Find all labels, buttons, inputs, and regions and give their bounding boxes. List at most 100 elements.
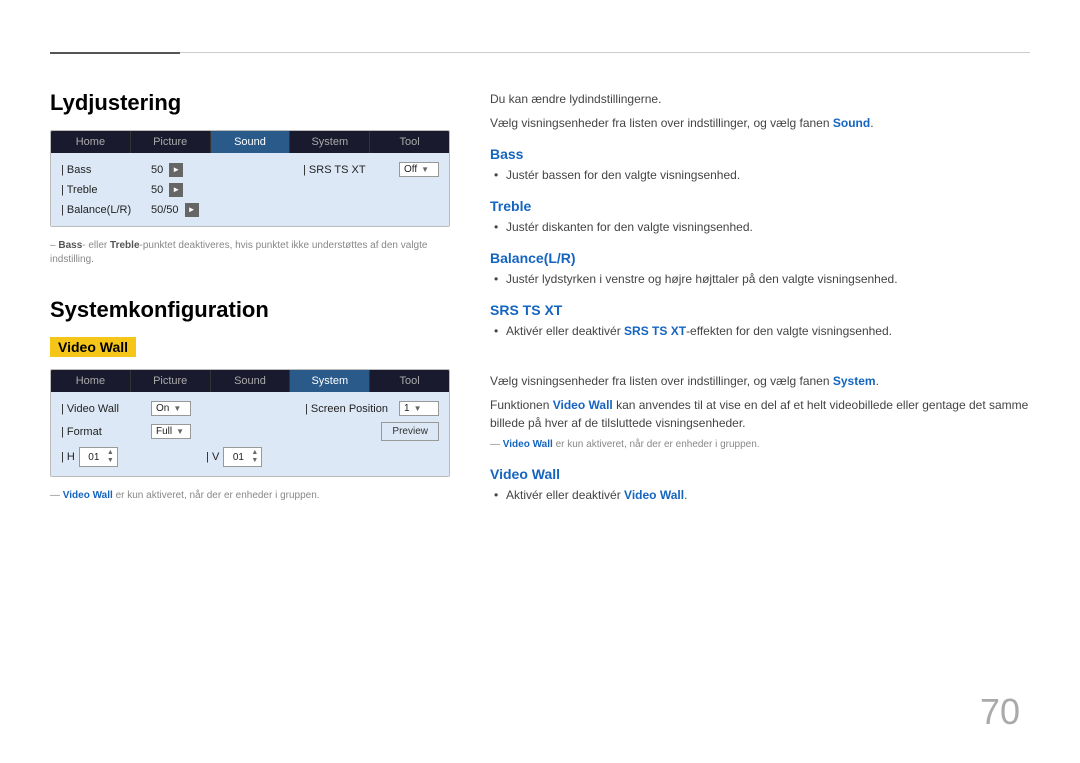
- accent-rule: [50, 52, 180, 54]
- panel-row-treble: | Treble 50 ►: [61, 180, 439, 200]
- page-number: 70: [980, 691, 1020, 733]
- v-spin-down[interactable]: ▼: [251, 457, 258, 465]
- screenpos-dropdown[interactable]: 1 ▼: [399, 401, 439, 416]
- format-dd-arrow: ▼: [176, 427, 184, 436]
- preview-button[interactable]: Preview: [381, 422, 439, 441]
- sys-system-link: System: [833, 374, 876, 388]
- nav-tab-tool[interactable]: Tool: [370, 131, 449, 153]
- v-spin-up[interactable]: ▲: [251, 449, 258, 457]
- sys-intro2: Funktionen Video Wall kan anvendes til a…: [490, 396, 1030, 432]
- srs-label: | SRS TS XT: [303, 164, 393, 176]
- system-note: ― Video Wall er kun aktiveret, når der e…: [50, 489, 450, 503]
- h-spin-down[interactable]: ▼: [107, 457, 114, 465]
- system-panel: Home Picture Sound System Tool | Video W…: [50, 369, 450, 477]
- nav-tab-picture[interactable]: Picture: [131, 131, 211, 153]
- treble-value: 50: [151, 184, 163, 196]
- srs-dropdown-arrow: ▼: [421, 165, 429, 174]
- panel-row-videowall: | Video Wall On ▼ | Screen Position 1 ▼: [61, 398, 439, 419]
- srs-value: Off: [404, 164, 417, 175]
- sound-note: – Bass- eller Treble-punktet deaktiveres…: [50, 239, 450, 267]
- panel-row-balance: | Balance(L/R) 50/50 ►: [61, 200, 439, 220]
- balance-label: | Balance(L/R): [61, 204, 151, 216]
- bass-value: 50: [151, 164, 163, 176]
- sound-descriptions: Du kan ændre lydindstillingerne. Vælg vi…: [490, 90, 1030, 340]
- panel-row-bass-srs: | Bass 50 ► | SRS TS XT Off ▼: [61, 159, 439, 180]
- treble-arrow[interactable]: ►: [169, 183, 183, 197]
- note-vw-bold: Video Wall: [63, 490, 113, 501]
- video-wall-badge: Video Wall: [50, 337, 136, 357]
- section1-title: Lydjustering: [50, 90, 450, 116]
- sys-note-right: ― Video Wall er kun aktiveret, når der e…: [490, 438, 1030, 452]
- v-spin-arrows[interactable]: ▲ ▼: [251, 449, 258, 465]
- sys-nav-sound[interactable]: Sound: [211, 370, 291, 392]
- intro-text2: Vælg visningsenheder fra listen over ind…: [490, 114, 1030, 132]
- treble-heading: Treble: [490, 198, 1030, 214]
- vw-deactivate-link: Video Wall: [624, 488, 684, 502]
- screenpos-dd-arrow: ▼: [414, 404, 422, 413]
- system-panel-body: | Video Wall On ▼ | Screen Position 1 ▼: [51, 392, 449, 476]
- srs-dropdown[interactable]: Off ▼: [399, 162, 439, 177]
- format-label: | Format: [61, 426, 151, 438]
- nav-tab-system[interactable]: System: [290, 131, 370, 153]
- balance-bullet: Justér lydstyrken i venstre og højre høj…: [490, 270, 1030, 288]
- intro-text1: Du kan ændre lydindstillingerne.: [490, 90, 1030, 108]
- h-spin-arrows[interactable]: ▲ ▼: [107, 449, 114, 465]
- screenpos-label: | Screen Position: [305, 403, 395, 415]
- srs-bullet: Aktivér eller deaktivér SRS TS XT-effekt…: [490, 322, 1030, 340]
- sys-nav-picture[interactable]: Picture: [131, 370, 211, 392]
- sys-vw-link: Video Wall: [553, 398, 613, 412]
- system-descriptions: Vælg visningsenheder fra listen over ind…: [490, 372, 1030, 504]
- treble-label: | Treble: [61, 184, 151, 196]
- balance-value: 50/50: [151, 204, 179, 216]
- format-value: Full: [156, 426, 172, 437]
- content-wrapper: Lydjustering Home Picture Sound System T…: [50, 90, 1030, 506]
- system-panel-nav: Home Picture Sound System Tool: [51, 370, 449, 392]
- section-lydjustering: Lydjustering Home Picture Sound System T…: [50, 90, 450, 267]
- bass-arrow[interactable]: ►: [169, 163, 183, 177]
- v-label: | V: [206, 451, 219, 463]
- right-panel: Du kan ændre lydindstillingerne. Vælg vi…: [490, 90, 1030, 506]
- vw-label: | Video Wall: [61, 403, 151, 415]
- sound-panel-body: | Bass 50 ► | SRS TS XT Off ▼: [51, 153, 449, 226]
- vw-bullet: Aktivér eller deaktivér Video Wall.: [490, 486, 1030, 504]
- vw-heading: Video Wall: [490, 466, 1030, 482]
- h-spin-up[interactable]: ▲: [107, 449, 114, 457]
- sound-panel-nav: Home Picture Sound System Tool: [51, 131, 449, 153]
- h-spinbox[interactable]: 01 ▲ ▼: [79, 447, 118, 467]
- sys-intro1: Vælg visningsenheder fra listen over ind…: [490, 372, 1030, 390]
- srs-link: SRS TS XT: [624, 324, 686, 338]
- screenpos-value: 1: [404, 403, 410, 414]
- top-rule: [50, 52, 1030, 53]
- bass-bullet: Justér bassen for den valgte visningsenh…: [490, 166, 1030, 184]
- panel-row-format: | Format Full ▼ Preview: [61, 419, 439, 444]
- h-value: 01: [86, 452, 102, 463]
- sys-nav-home[interactable]: Home: [51, 370, 131, 392]
- v-value: 01: [230, 452, 246, 463]
- left-panel: Lydjustering Home Picture Sound System T…: [50, 90, 450, 506]
- sys-nav-tool[interactable]: Tool: [370, 370, 449, 392]
- nav-tab-home[interactable]: Home: [51, 131, 131, 153]
- note-bass-bold: Bass: [58, 240, 82, 251]
- bass-label: | Bass: [61, 164, 151, 176]
- vw-dropdown[interactable]: On ▼: [151, 401, 191, 416]
- format-dropdown[interactable]: Full ▼: [151, 424, 191, 439]
- vw-dd-arrow: ▼: [173, 404, 181, 413]
- sys-note-vw-link: Video Wall: [503, 439, 553, 450]
- h-label: | H: [61, 451, 75, 463]
- sys-nav-system[interactable]: System: [290, 370, 370, 392]
- nav-tab-sound[interactable]: Sound: [211, 131, 291, 153]
- sound-link: Sound: [833, 116, 870, 130]
- srs-heading: SRS TS XT: [490, 302, 1030, 318]
- balance-heading: Balance(L/R): [490, 250, 1030, 266]
- section-systemkonfiguration: Systemkonfiguration Video Wall Home Pict…: [50, 297, 450, 503]
- panel-row-hv: | H 01 ▲ ▼ | V 01: [61, 444, 439, 470]
- sound-panel: Home Picture Sound System Tool | Bass 50…: [50, 130, 450, 227]
- balance-arrow[interactable]: ►: [185, 203, 199, 217]
- bass-heading: Bass: [490, 146, 1030, 162]
- section2-title: Systemkonfiguration: [50, 297, 450, 323]
- treble-bullet: Justér diskanten for den valgte visnings…: [490, 218, 1030, 236]
- vw-value: On: [156, 403, 169, 414]
- v-spinbox[interactable]: 01 ▲ ▼: [223, 447, 262, 467]
- note-treble-bold: Treble: [110, 240, 139, 251]
- page-container: Lydjustering Home Picture Sound System T…: [0, 0, 1080, 763]
